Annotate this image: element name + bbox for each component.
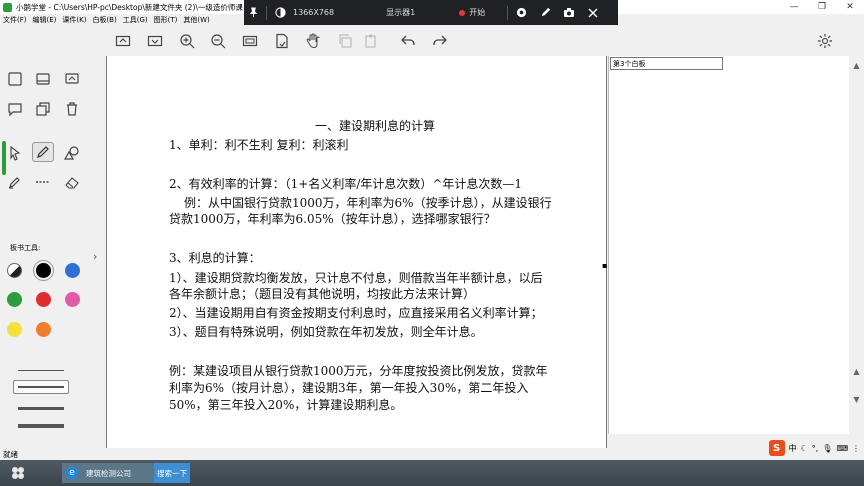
rectangle-icon[interactable]	[113, 32, 133, 50]
undo-icon[interactable]	[398, 32, 418, 50]
color-swatch-black[interactable]	[36, 263, 51, 278]
page-icon[interactable]	[272, 32, 292, 50]
menu-bar: 文件(F) 编辑(E) 课件(K) 白板(B) 工具(G) 图形(T) 其他(W…	[0, 14, 213, 26]
doc-line: 各年余额计息；（题目没有其他说明，均按此方法来计算）	[169, 287, 476, 301]
taskbar-item-label: 建筑检测公司	[86, 468, 131, 478]
menu-tools[interactable]: 工具(G)	[120, 15, 151, 25]
page-down-icon[interactable]: ▼	[849, 392, 864, 406]
doc-line: 3）、题目有特殊说明，例如贷款在年初发放，则全年计息。	[169, 325, 483, 339]
screen-capture-icon[interactable]	[61, 69, 83, 89]
menu-edit[interactable]: 编辑(E)	[30, 15, 60, 25]
pen-icon[interactable]	[536, 4, 554, 22]
menu-shapes[interactable]: 图形(T)	[151, 15, 181, 25]
board-name-field[interactable]: 第3个白板	[610, 57, 723, 70]
minimize-button[interactable]: —	[780, 0, 808, 14]
resolution-label: 1366X768	[293, 8, 335, 17]
doc-line: 例：某建设项目从银行贷款1000万元，分年度按投资比例发放，贷款年	[169, 364, 548, 378]
color-swatch-pink[interactable]	[65, 292, 80, 307]
hand-icon[interactable]	[303, 32, 323, 50]
close-icon[interactable]	[584, 4, 602, 22]
eraser-icon[interactable]	[61, 172, 83, 192]
zoom-in-icon[interactable]	[177, 32, 197, 50]
menu-file[interactable]: 文件(F)	[0, 15, 30, 25]
pin-icon[interactable]	[244, 4, 262, 22]
menu-courseware[interactable]: 课件(K)	[59, 15, 89, 25]
window-title: 小鹅学堂 - C:\Users\HP-pc\Desktop\新建文件夹 (2)\…	[16, 2, 243, 12]
color-swatch-yellow[interactable]	[7, 322, 22, 337]
menu-other[interactable]: 其他(W)	[180, 15, 212, 25]
shapes-icon[interactable]	[61, 143, 83, 163]
color-swatch-custom[interactable]	[7, 263, 22, 278]
line-width-extra-thick[interactable]	[18, 424, 64, 428]
maximize-button[interactable]: ❐	[808, 0, 836, 14]
select-cursor-icon[interactable]	[4, 143, 26, 163]
layers-icon[interactable]	[32, 99, 54, 119]
dashed-line-icon[interactable]	[32, 172, 54, 192]
contrast-icon[interactable]	[271, 4, 289, 22]
left-tool-panel: 板书工具: ›	[0, 56, 106, 448]
close-button[interactable]: ✕	[836, 0, 864, 14]
doc-heading: 一、建设期利息的计算	[315, 119, 436, 133]
doc-line: 贷款1000万，年利率为6.05%（按年计息），选择哪家银行？	[169, 212, 496, 226]
line-width-thick[interactable]	[18, 407, 64, 410]
redo-icon[interactable]	[430, 32, 450, 50]
app-logo-icon	[3, 2, 12, 12]
start-label: 开始	[469, 8, 486, 17]
menu-whiteboard[interactable]: 白板(B)	[89, 15, 119, 25]
doc-line: 2、有效利率的计算：（1+名义利率/年计息次数）^年计息次数—1	[169, 177, 523, 191]
scroll-up-icon[interactable]: ▲	[849, 58, 864, 72]
start-record-button[interactable]: 开始	[459, 7, 485, 18]
pencil-icon[interactable]	[32, 142, 54, 162]
main-toolbar	[0, 26, 864, 56]
page-up-icon[interactable]: ▲	[849, 364, 864, 378]
color-swatch-orange[interactable]	[36, 322, 51, 337]
window-small-icon[interactable]	[4, 69, 26, 89]
trash-icon[interactable]	[61, 99, 83, 119]
windows-taskbar: e 建筑检测公司 搜索一下	[0, 460, 864, 486]
splitter-handle-icon[interactable]: ▪	[602, 261, 607, 270]
board-list-panel: 第3个白板	[608, 56, 849, 434]
line-width-medium[interactable]	[18, 386, 64, 388]
doc-line: 1）、建设期贷款均衡发放，只计息不付息，则借款当年半额计息，以后	[169, 271, 543, 285]
whiteboard-canvas[interactable]: 一、建设期利息的计算 1、单利：利不生利 复利：利滚利 2、有效利率的计算：（1…	[106, 56, 607, 448]
browser-icon: e	[66, 467, 78, 479]
window-controls: — ❐ ✕	[780, 0, 864, 14]
right-scrollbar[interactable]: ▲ ▲ ▼	[849, 56, 864, 448]
camera-switch-icon[interactable]	[512, 4, 530, 22]
camera-icon[interactable]	[560, 4, 578, 22]
highlighter-icon[interactable]	[4, 172, 26, 192]
display-label[interactable]: 显示器1	[386, 7, 415, 18]
fit-screen-icon[interactable]	[240, 32, 260, 50]
comment-icon[interactable]	[4, 99, 26, 119]
record-icon	[459, 9, 466, 16]
divider	[266, 5, 267, 20]
settings-gear-icon[interactable]	[815, 32, 835, 50]
doc-line: 50%，第三年投入20%，计算建设期利息。	[169, 398, 403, 412]
doc-line: 例：从中国银行贷款1000万，年利率为6%（按季计息），从建设银行	[184, 196, 552, 210]
window-bar-icon[interactable]	[32, 69, 54, 89]
screen-share-bar: 1366X768 显示器1 开始	[244, 0, 618, 25]
status-text: 就绪	[3, 450, 18, 459]
paste-icon[interactable]	[361, 32, 381, 50]
doc-line: 2）、当建设期用自有资金按期支付利息时，应直接采用名义利率计算；	[169, 306, 543, 320]
taskbar-search-box[interactable]: e 建筑检测公司	[62, 463, 154, 483]
board-tools-label: 板书工具:	[10, 244, 41, 252]
color-swatch-blue[interactable]	[65, 263, 80, 278]
zoom-out-icon[interactable]	[208, 32, 228, 50]
doc-line: 1、单利：利不生利 复利：利滚利	[169, 138, 349, 152]
doc-line: 利率为6%（按月计息），建设期3年，第一年投入30%，第二年投入	[169, 381, 529, 395]
doc-line: 3、利息的计算：	[169, 251, 261, 265]
dropdown-box-icon[interactable]	[145, 32, 165, 50]
start-button[interactable]	[0, 460, 36, 486]
search-button[interactable]: 搜索一下	[154, 463, 190, 483]
copy-icon[interactable]	[335, 32, 355, 50]
color-swatch-red[interactable]	[36, 292, 51, 307]
color-swatch-green[interactable]	[7, 292, 22, 307]
expand-arrow-icon[interactable]: ›	[93, 250, 97, 263]
line-width-thin[interactable]	[18, 370, 64, 371]
divider	[507, 5, 509, 20]
